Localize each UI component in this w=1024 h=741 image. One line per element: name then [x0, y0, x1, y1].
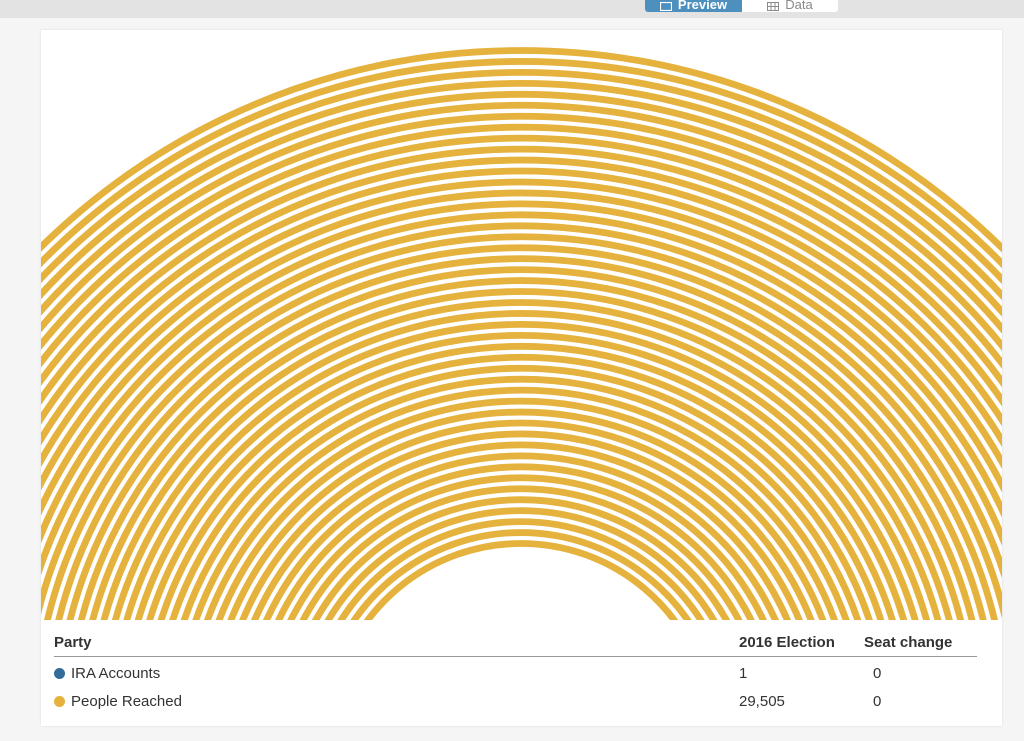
- header-party: Party: [54, 634, 92, 651]
- preview-button[interactable]: Preview: [645, 0, 742, 12]
- preview-icon: [659, 2, 672, 11]
- seat-change-value: 0: [873, 693, 882, 710]
- data-button[interactable]: Data: [742, 0, 838, 12]
- election-value: 29,505: [739, 693, 785, 710]
- header-seat-change: Seat change: [864, 634, 953, 651]
- table-grid-icon: [767, 2, 780, 11]
- table-row: People Reached 29,505 0: [54, 685, 977, 713]
- election-value: 1: [739, 665, 748, 682]
- chart-card: Party 2016 Election Seat change IRA Acco…: [41, 30, 1002, 726]
- header-election: 2016 Election: [739, 634, 835, 651]
- people-dot-icon: [54, 696, 65, 707]
- preview-label: Preview: [677, 0, 728, 12]
- ira-dot-icon: [54, 668, 65, 679]
- party-name: IRA Accounts: [71, 665, 161, 682]
- table-header: Party 2016 Election Seat change: [54, 630, 977, 657]
- results-table: Party 2016 Election Seat change IRA Acco…: [54, 630, 977, 713]
- party-name: People Reached: [71, 693, 182, 710]
- seat-arc: [169, 364, 873, 620]
- series-people-reached: [41, 47, 1002, 620]
- parliament-chart: [41, 47, 1002, 620]
- seat-change-value: 0: [873, 665, 882, 682]
- table-row: IRA Accounts 1 0: [54, 657, 977, 685]
- top-toolbar: Preview Data: [0, 0, 1024, 18]
- data-label: Data: [785, 0, 813, 12]
- view-toggle: Preview Data: [645, 0, 838, 12]
